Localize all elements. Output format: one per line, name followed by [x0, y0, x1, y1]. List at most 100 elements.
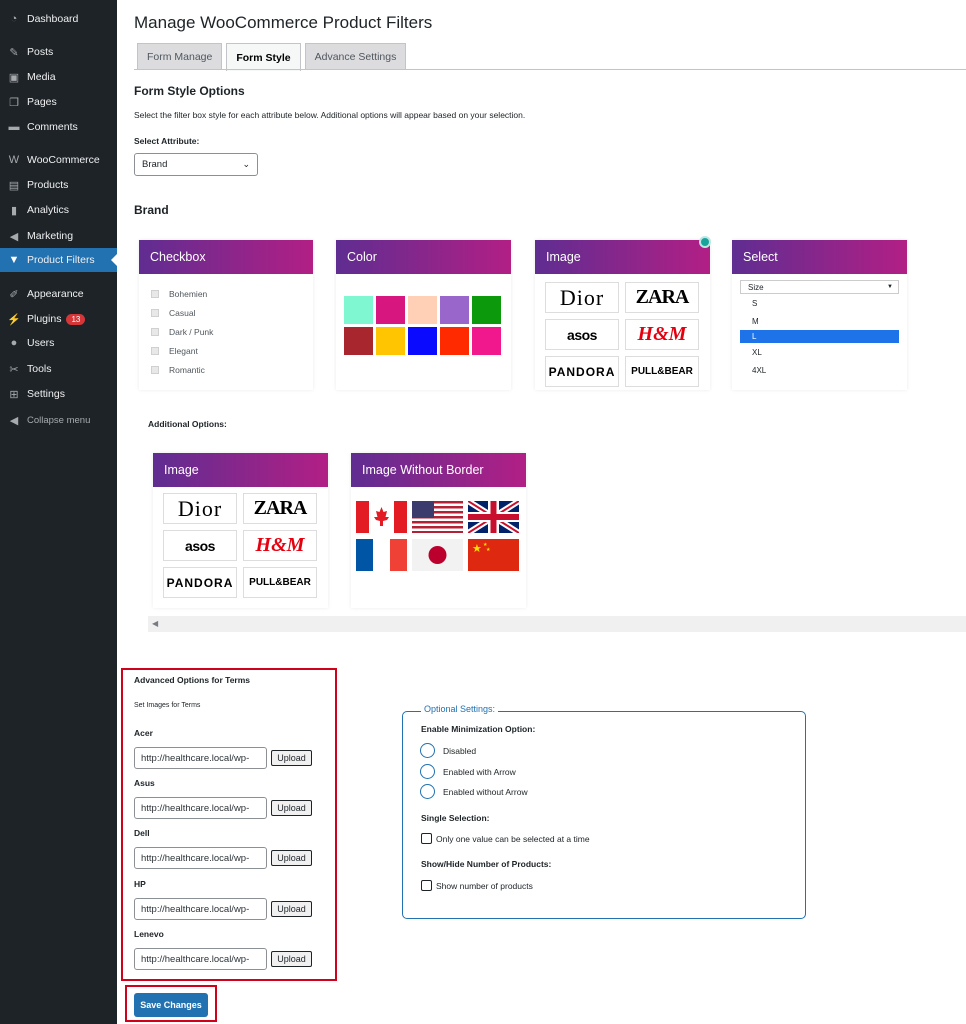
- sidebar-item-pages[interactable]: ❐ Pages: [0, 91, 117, 113]
- radio-disabled[interactable]: Disabled: [420, 743, 476, 758]
- sidebar-item-analytics[interactable]: ▮ Analytics: [0, 199, 117, 221]
- pandora-logo: PANDORA: [163, 567, 237, 598]
- user-icon: ●: [10, 337, 18, 349]
- japan-flag-icon: [412, 539, 463, 571]
- checkbox-icon: [151, 289, 159, 298]
- radio-icon[interactable]: [420, 784, 435, 799]
- media-icon: ▣: [8, 71, 20, 84]
- upload-button-hp[interactable]: Upload: [271, 901, 312, 917]
- radio-enabled-with-arrow[interactable]: Enabled with Arrow: [420, 764, 516, 779]
- sidebar-item-label: Analytics: [27, 204, 70, 216]
- horizontal-scrollbar[interactable]: ◀: [148, 616, 966, 632]
- upload-button-lenevo[interactable]: Upload: [271, 951, 312, 967]
- list-item: M: [752, 316, 759, 326]
- upload-button-dell[interactable]: Upload: [271, 850, 312, 866]
- radio-icon[interactable]: [420, 764, 435, 779]
- tab-advance-settings[interactable]: Advance Settings: [304, 43, 407, 70]
- term-image-url-input-lenevo[interactable]: http://healthcare.local/wp-: [134, 948, 267, 970]
- collapse-icon: ◀: [9, 414, 19, 427]
- nav-tabs: Form Manage Form Style Advance Settings: [137, 43, 407, 71]
- asos-logo: asos: [163, 530, 237, 561]
- attribute-select-value: Brand: [142, 159, 168, 170]
- usa-flag-icon: [412, 501, 463, 533]
- show-number-of-products-checkbox[interactable]: Show number of products: [421, 880, 533, 891]
- uk-flag-icon: [468, 501, 519, 533]
- sidebar-item-product-filters[interactable]: ▼ Product Filters: [0, 248, 117, 272]
- list-item: 4XL: [752, 365, 767, 375]
- term-image-url-input-acer[interactable]: http://healthcare.local/wp-: [134, 747, 267, 769]
- sidebar-item-label: WooCommerce: [27, 154, 100, 166]
- optional-settings-legend: Optional Settings:: [421, 704, 499, 714]
- sidebar-item-users[interactable]: ● Users: [0, 332, 117, 354]
- list-item: S: [752, 298, 758, 308]
- sidebar-item-woocommerce[interactable]: W WooCommerce: [0, 149, 117, 171]
- scroll-left-icon[interactable]: ◀: [152, 619, 158, 628]
- selected-indicator-icon: [699, 236, 711, 248]
- radio-label: Disabled: [443, 745, 477, 756]
- radio-icon[interactable]: [420, 743, 435, 758]
- style-card-title: Select: [732, 240, 907, 274]
- upload-button-acer[interactable]: Upload: [271, 750, 312, 766]
- style-option-image-without-border[interactable]: Image Without Border ★ ★ ★: [351, 453, 526, 608]
- style-option-color[interactable]: Color: [336, 240, 511, 390]
- sidebar-item-posts[interactable]: ✎ Posts: [0, 41, 117, 63]
- sidebar-collapse-menu[interactable]: ◀ Collapse menu: [0, 409, 117, 431]
- checkbox-icon[interactable]: [421, 833, 432, 844]
- checkbox-icon[interactable]: [421, 880, 432, 891]
- sidebar-item-label: Posts: [27, 46, 54, 58]
- sidebar-item-comments[interactable]: ▬ Comments: [0, 116, 117, 138]
- sidebar-item-media[interactable]: ▣ Media: [0, 66, 117, 88]
- color-swatch: [376, 327, 405, 355]
- style-option-select[interactable]: Select Size ▼ S M L XL 4XL: [732, 240, 907, 390]
- sidebar-item-tools[interactable]: ✂ Tools: [0, 358, 117, 380]
- list-item: Dark / Punk: [151, 322, 313, 341]
- sidebar-item-label: Comments: [27, 121, 78, 133]
- show-hide-products-label: Show/Hide Number of Products:: [421, 859, 552, 869]
- minimization-option-label: Enable Minimization Option:: [421, 724, 536, 734]
- color-swatch-grid: [344, 296, 501, 355]
- style-option-image[interactable]: Image Dior ZARA asos H&M PANDORA PULL&BE…: [535, 240, 710, 390]
- radio-enabled-without-arrow[interactable]: Enabled without Arrow: [420, 784, 528, 799]
- sidebar-item-marketing[interactable]: ◀ Marketing: [0, 225, 117, 247]
- sidebar-item-products[interactable]: ▤ Products: [0, 174, 117, 196]
- color-swatch: [344, 327, 373, 355]
- admin-sidebar: ◔ Dashboard ✎ Posts ▣ Media ❐ Pages ▬ Comment…: [0, 0, 117, 1024]
- section-description: Select the filter box style for each att…: [134, 110, 526, 120]
- style-card-title: Checkbox: [139, 240, 313, 274]
- sidebar-item-appearance[interactable]: ✐ Appearance: [0, 283, 117, 305]
- sidebar-item-dashboard[interactable]: ◔ Dashboard: [0, 8, 117, 30]
- style-option-image-bordered[interactable]: Image Dior ZARA asos H&M PANDORA PULL&BE…: [153, 453, 328, 608]
- save-changes-button[interactable]: Save Changes: [134, 993, 208, 1017]
- select-attribute-label: Select Attribute:: [134, 136, 200, 146]
- single-selection-checkbox[interactable]: Only one value can be selected at a time: [421, 833, 590, 844]
- upload-button-asus[interactable]: Upload: [271, 800, 312, 816]
- sidebar-item-label: Settings: [27, 388, 65, 400]
- tab-form-manage[interactable]: Form Manage: [137, 43, 223, 70]
- term-image-url-input-dell[interactable]: http://healthcare.local/wp-: [134, 847, 267, 869]
- sidebar-item-label: Appearance: [27, 288, 84, 300]
- radio-label: Enabled with Arrow: [443, 766, 516, 777]
- zara-logo: ZARA: [243, 493, 317, 524]
- term-image-url-input-hp[interactable]: http://healthcare.local/wp-: [134, 898, 267, 920]
- attribute-select[interactable]: Brand ⌄: [134, 153, 258, 176]
- sidebar-item-label: Media: [27, 71, 56, 83]
- sidebar-item-settings[interactable]: ⊞ Settings: [0, 383, 117, 405]
- svg-text:★: ★: [486, 547, 491, 553]
- style-option-checkbox[interactable]: Checkbox Bohemien Casual Dark / Punk Ele…: [139, 240, 313, 390]
- advanced-options-title: Advanced Options for Terms: [134, 675, 251, 685]
- color-swatch: [440, 327, 469, 355]
- sidebar-item-label: Users: [27, 337, 55, 349]
- sidebar-item-plugins[interactable]: ⚡ Plugins 13: [0, 308, 117, 330]
- sidebar-item-label: Collapse menu: [27, 414, 91, 426]
- set-images-subtitle: Set Images for Terms: [134, 702, 201, 709]
- color-swatch: [472, 296, 501, 324]
- dashboard-icon: ◔: [10, 13, 18, 25]
- tab-form-style[interactable]: Form Style: [226, 43, 301, 71]
- sidebar-item-label: Marketing: [27, 230, 74, 242]
- term-label-acer: Acer: [134, 728, 153, 738]
- pull-and-bear-logo: PULL&BEAR: [243, 567, 317, 598]
- term-label-dell: Dell: [134, 828, 150, 838]
- comment-icon: ▬: [8, 121, 20, 133]
- tab-divider: [134, 69, 966, 70]
- term-image-url-input-asus[interactable]: http://healthcare.local/wp-: [134, 797, 267, 819]
